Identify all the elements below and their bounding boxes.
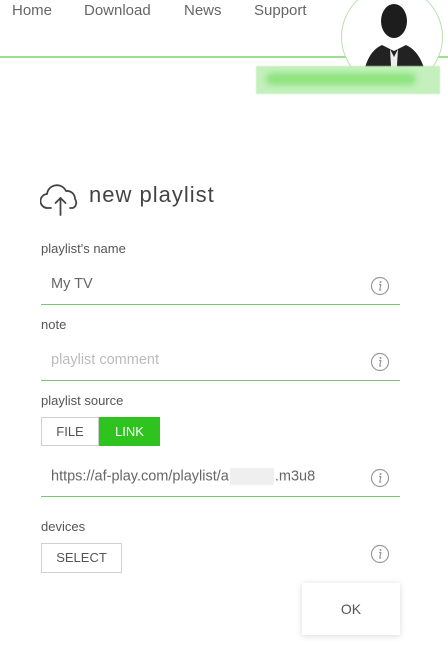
- playlist-url-field[interactable]: https://af-play.com/playlist/a .m3u8: [41, 458, 400, 497]
- url-prefix: https://af-play.com/playlist/a: [51, 468, 229, 485]
- ok-button[interactable]: OK: [302, 583, 400, 635]
- select-devices-button[interactable]: SELECT: [41, 543, 122, 573]
- info-icon[interactable]: [370, 352, 390, 372]
- nav-item-download[interactable]: Download: [84, 2, 151, 19]
- devices-label: devices: [41, 519, 86, 534]
- note-label: note: [41, 317, 67, 332]
- nav-item-news[interactable]: News: [184, 2, 222, 19]
- blurred-text: [266, 73, 416, 85]
- url-suffix: .m3u8: [274, 468, 316, 485]
- info-icon[interactable]: [370, 544, 390, 564]
- url-redacted: [229, 468, 274, 485]
- info-icon[interactable]: [370, 276, 390, 296]
- info-icon[interactable]: [370, 468, 390, 488]
- playlist-name-label: playlist's name: [41, 241, 126, 256]
- playlist-source-label: playlist source: [41, 393, 124, 408]
- cloud-upload-icon: [40, 184, 78, 216]
- note-placeholder: playlist comment: [51, 352, 159, 368]
- source-link-button[interactable]: LINK: [99, 417, 160, 446]
- notification-bar: [256, 66, 440, 94]
- note-field[interactable]: playlist comment: [41, 342, 400, 381]
- nav-item-support[interactable]: Support: [254, 2, 307, 19]
- source-file-button[interactable]: FILE: [41, 417, 99, 446]
- playlist-name-field[interactable]: My TV: [41, 266, 400, 305]
- playlist-url-value: https://af-play.com/playlist/a .m3u8: [51, 468, 315, 485]
- source-toggle: FILE LINK: [41, 417, 160, 446]
- form-title: new playlist: [89, 182, 215, 207]
- nav-item-home[interactable]: Home: [12, 2, 52, 19]
- playlist-name-value: My TV: [51, 276, 93, 292]
